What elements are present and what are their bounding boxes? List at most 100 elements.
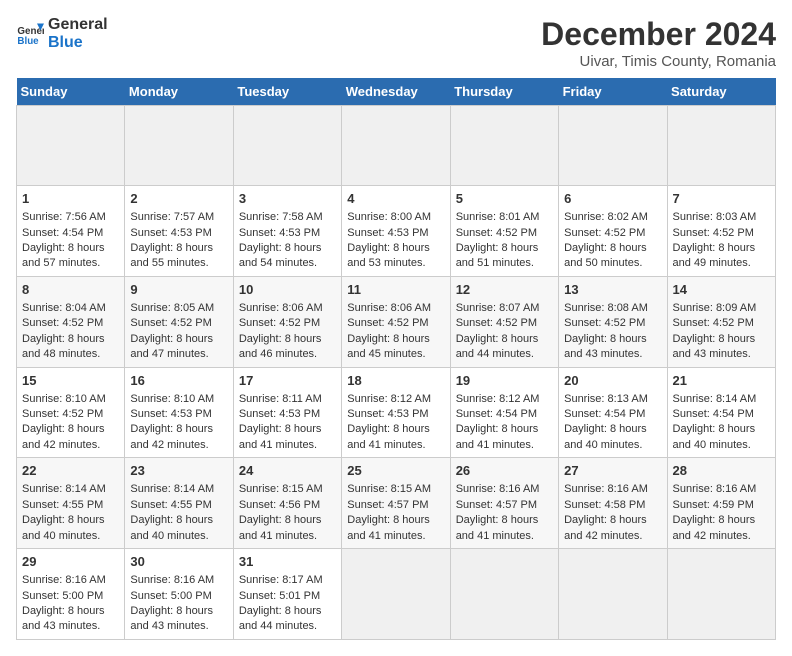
- day-info: and 41 minutes.: [347, 529, 444, 544]
- day-info: and 40 minutes.: [130, 529, 227, 544]
- day-info: Daylight: 8 hours: [22, 332, 119, 347]
- day-info: Daylight: 8 hours: [22, 241, 119, 256]
- day-info: Daylight: 8 hours: [564, 241, 661, 256]
- day-info: Sunrise: 8:14 AM: [673, 392, 770, 407]
- day-number: 11: [347, 281, 444, 299]
- calendar-cell: [125, 106, 233, 186]
- day-header-monday: Monday: [125, 78, 233, 106]
- day-info: Daylight: 8 hours: [239, 513, 336, 528]
- calendar-cell: [17, 106, 125, 186]
- day-header-friday: Friday: [559, 78, 667, 106]
- day-number: 21: [673, 372, 770, 390]
- day-info: and 42 minutes.: [564, 529, 661, 544]
- calendar-cell: 18Sunrise: 8:12 AMSunset: 4:53 PMDayligh…: [342, 367, 450, 458]
- day-info: Daylight: 8 hours: [130, 332, 227, 347]
- day-info: Daylight: 8 hours: [673, 422, 770, 437]
- day-number: 26: [456, 462, 553, 480]
- day-number: 2: [130, 190, 227, 208]
- day-number: 4: [347, 190, 444, 208]
- day-info: Sunrise: 8:06 AM: [347, 301, 444, 316]
- day-info: and 40 minutes.: [564, 438, 661, 453]
- calendar-cell: 4Sunrise: 8:00 AMSunset: 4:53 PMDaylight…: [342, 186, 450, 277]
- day-info: Daylight: 8 hours: [130, 422, 227, 437]
- day-info: Sunset: 5:00 PM: [22, 589, 119, 604]
- logo-line1: General: [48, 16, 108, 34]
- day-number: 23: [130, 462, 227, 480]
- calendar-cell: [233, 106, 341, 186]
- day-info: Daylight: 8 hours: [239, 332, 336, 347]
- calendar-cell: 16Sunrise: 8:10 AMSunset: 4:53 PMDayligh…: [125, 367, 233, 458]
- day-info: Daylight: 8 hours: [347, 513, 444, 528]
- day-info: Daylight: 8 hours: [564, 332, 661, 347]
- calendar-cell: [667, 106, 775, 186]
- day-number: 10: [239, 281, 336, 299]
- day-info: and 41 minutes.: [347, 438, 444, 453]
- calendar-cell: 6Sunrise: 8:02 AMSunset: 4:52 PMDaylight…: [559, 186, 667, 277]
- calendar-cell: 26Sunrise: 8:16 AMSunset: 4:57 PMDayligh…: [450, 458, 558, 549]
- calendar-cell: 12Sunrise: 8:07 AMSunset: 4:52 PMDayligh…: [450, 276, 558, 367]
- day-info: and 45 minutes.: [347, 347, 444, 362]
- day-number: 30: [130, 553, 227, 571]
- day-info: Sunrise: 8:17 AM: [239, 573, 336, 588]
- day-info: Daylight: 8 hours: [130, 241, 227, 256]
- day-info: Sunrise: 8:10 AM: [22, 392, 119, 407]
- day-info: Sunset: 4:57 PM: [347, 498, 444, 513]
- day-info: Sunset: 4:52 PM: [673, 316, 770, 331]
- day-number: 13: [564, 281, 661, 299]
- calendar-cell: 27Sunrise: 8:16 AMSunset: 4:58 PMDayligh…: [559, 458, 667, 549]
- day-info: and 43 minutes.: [564, 347, 661, 362]
- calendar-cell: 2Sunrise: 7:57 AMSunset: 4:53 PMDaylight…: [125, 186, 233, 277]
- calendar-cell: 13Sunrise: 8:08 AMSunset: 4:52 PMDayligh…: [559, 276, 667, 367]
- day-info: Sunrise: 8:05 AM: [130, 301, 227, 316]
- calendar-cell: [559, 549, 667, 640]
- day-info: Sunrise: 8:01 AM: [456, 210, 553, 225]
- day-info: Sunset: 4:53 PM: [130, 407, 227, 422]
- day-info: Sunrise: 8:14 AM: [130, 482, 227, 497]
- day-info: and 43 minutes.: [673, 347, 770, 362]
- day-info: Sunset: 4:53 PM: [347, 226, 444, 241]
- day-info: Sunset: 4:57 PM: [456, 498, 553, 513]
- day-info: Sunset: 4:56 PM: [239, 498, 336, 513]
- calendar-cell: 10Sunrise: 8:06 AMSunset: 4:52 PMDayligh…: [233, 276, 341, 367]
- location-subtitle: Uivar, Timis County, Romania: [541, 53, 776, 70]
- day-info: Sunset: 5:01 PM: [239, 589, 336, 604]
- calendar-table: SundayMondayTuesdayWednesdayThursdayFrid…: [16, 78, 776, 640]
- day-info: Sunrise: 8:06 AM: [239, 301, 336, 316]
- day-info: Sunset: 4:54 PM: [456, 407, 553, 422]
- day-info: Sunset: 4:59 PM: [673, 498, 770, 513]
- day-info: Sunrise: 7:58 AM: [239, 210, 336, 225]
- day-info: Daylight: 8 hours: [456, 241, 553, 256]
- day-info: Sunset: 4:52 PM: [22, 316, 119, 331]
- day-info: Daylight: 8 hours: [564, 422, 661, 437]
- day-number: 20: [564, 372, 661, 390]
- day-number: 5: [456, 190, 553, 208]
- day-info: Daylight: 8 hours: [239, 422, 336, 437]
- day-info: and 46 minutes.: [239, 347, 336, 362]
- day-info: Sunrise: 8:03 AM: [673, 210, 770, 225]
- day-info: Sunset: 4:52 PM: [22, 407, 119, 422]
- day-info: and 41 minutes.: [456, 529, 553, 544]
- day-info: Daylight: 8 hours: [456, 513, 553, 528]
- day-info: Sunrise: 8:07 AM: [456, 301, 553, 316]
- day-info: Sunrise: 8:16 AM: [564, 482, 661, 497]
- day-info: and 50 minutes.: [564, 256, 661, 271]
- day-info: Sunset: 4:55 PM: [130, 498, 227, 513]
- day-number: 17: [239, 372, 336, 390]
- day-info: Sunrise: 8:12 AM: [456, 392, 553, 407]
- day-info: and 43 minutes.: [22, 619, 119, 634]
- day-info: Sunset: 4:54 PM: [564, 407, 661, 422]
- day-info: Sunrise: 8:09 AM: [673, 301, 770, 316]
- day-number: 27: [564, 462, 661, 480]
- day-info: and 44 minutes.: [239, 619, 336, 634]
- day-info: Sunrise: 8:04 AM: [22, 301, 119, 316]
- day-info: Daylight: 8 hours: [347, 422, 444, 437]
- day-info: Daylight: 8 hours: [239, 241, 336, 256]
- calendar-cell: 23Sunrise: 8:14 AMSunset: 4:55 PMDayligh…: [125, 458, 233, 549]
- calendar-week-6: 29Sunrise: 8:16 AMSunset: 5:00 PMDayligh…: [17, 549, 776, 640]
- calendar-cell: 11Sunrise: 8:06 AMSunset: 4:52 PMDayligh…: [342, 276, 450, 367]
- calendar-body: 1Sunrise: 7:56 AMSunset: 4:54 PMDaylight…: [17, 106, 776, 640]
- day-info: Sunrise: 8:15 AM: [347, 482, 444, 497]
- calendar-cell: [450, 549, 558, 640]
- month-title: December 2024: [541, 16, 776, 53]
- day-info: and 41 minutes.: [456, 438, 553, 453]
